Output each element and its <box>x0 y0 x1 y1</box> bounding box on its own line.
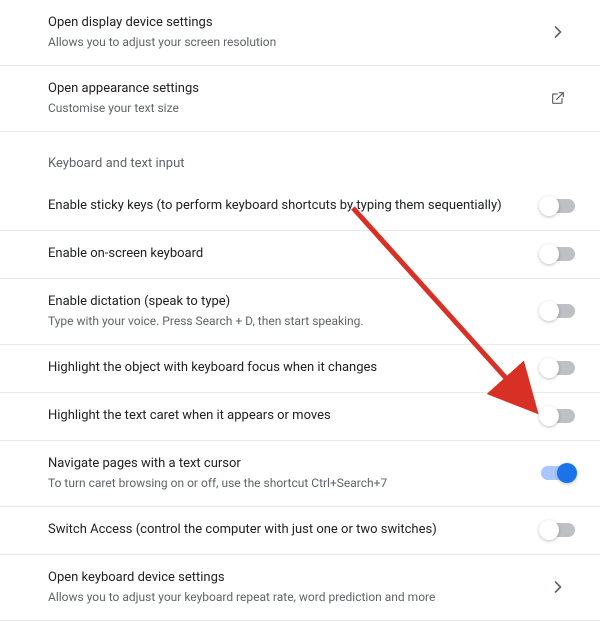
navigate-text-cursor-subtitle: To turn caret browsing on or off, use th… <box>48 475 528 492</box>
enable-onscreen-keyboard-toggle[interactable] <box>541 247 575 261</box>
highlight-keyboard-focus-text: Highlight the object with keyboard focus… <box>48 359 540 377</box>
enable-dictation-title: Enable dictation (speak to type) <box>48 293 528 311</box>
enable-sticky-keys-title: Enable sticky keys (to perform keyboard … <box>48 197 528 215</box>
open-appearance-settings-subtitle: Customise your text size <box>48 100 528 117</box>
enable-dictation-text: Enable dictation (speak to type) Type wit… <box>48 293 540 330</box>
toggle-knob <box>539 244 559 264</box>
navigate-text-cursor-title: Navigate pages with a text cursor <box>48 455 528 473</box>
toggle-knob <box>539 196 559 216</box>
toggle-knob <box>557 463 577 483</box>
highlight-text-caret-text: Highlight the text caret when it appears… <box>48 407 540 425</box>
highlight-keyboard-focus-toggle[interactable] <box>541 361 575 375</box>
navigate-text-cursor-toggle[interactable] <box>541 466 575 480</box>
enable-onscreen-keyboard-title: Enable on-screen keyboard <box>48 245 528 263</box>
enable-sticky-keys-row[interactable]: Enable sticky keys (to perform keyboard … <box>0 183 600 231</box>
chevron-right-icon <box>540 581 576 593</box>
open-display-settings-text: Open display device settings Allows you t… <box>48 14 540 51</box>
open-keyboard-settings-subtitle: Allows you to adjust your keyboard repea… <box>48 589 528 606</box>
chevron-right-icon <box>540 26 576 38</box>
highlight-keyboard-focus-trailing <box>540 361 576 375</box>
enable-sticky-keys-toggle[interactable] <box>541 199 575 213</box>
enable-onscreen-keyboard-text: Enable on-screen keyboard <box>48 245 540 263</box>
toggle-knob <box>539 406 559 426</box>
highlight-text-caret-title: Highlight the text caret when it appears… <box>48 407 528 425</box>
enable-onscreen-keyboard-trailing <box>540 247 576 261</box>
highlight-keyboard-focus-row[interactable]: Highlight the object with keyboard focus… <box>0 345 600 393</box>
open-keyboard-settings-text: Open keyboard device settings Allows you … <box>48 569 540 606</box>
enable-onscreen-keyboard-row[interactable]: Enable on-screen keyboard <box>0 231 600 279</box>
switch-access-text: Switch Access (control the computer with… <box>48 521 540 539</box>
open-appearance-settings-row[interactable]: Open appearance settings Customise your t… <box>0 66 600 132</box>
open-display-settings-subtitle: Allows you to adjust your screen resolut… <box>48 34 528 51</box>
highlight-text-caret-toggle[interactable] <box>541 409 575 423</box>
open-appearance-settings-title: Open appearance settings <box>48 80 528 98</box>
switch-access-toggle[interactable] <box>541 523 575 537</box>
navigate-text-cursor-trailing <box>540 466 576 480</box>
switch-access-trailing <box>540 523 576 537</box>
open-display-settings-title: Open display device settings <box>48 14 528 32</box>
highlight-keyboard-focus-title: Highlight the object with keyboard focus… <box>48 359 528 377</box>
enable-dictation-row[interactable]: Enable dictation (speak to type) Type wit… <box>0 279 600 345</box>
switch-access-row[interactable]: Switch Access (control the computer with… <box>0 507 600 555</box>
open-appearance-settings-text: Open appearance settings Customise your t… <box>48 80 540 117</box>
toggle-knob <box>539 358 559 378</box>
toggle-knob <box>539 301 559 321</box>
highlight-text-caret-row[interactable]: Highlight the text caret when it appears… <box>0 393 600 441</box>
enable-dictation-subtitle: Type with your voice. Press Search + D, … <box>48 313 528 330</box>
navigate-text-cursor-row[interactable]: Navigate pages with a text cursor To turn… <box>0 441 600 507</box>
open-keyboard-settings-title: Open keyboard device settings <box>48 569 528 587</box>
highlight-text-caret-trailing <box>540 409 576 423</box>
settings-list: Open display device settings Allows you t… <box>0 0 600 621</box>
open-keyboard-settings-row[interactable]: Open keyboard device settings Allows you … <box>0 555 600 621</box>
enable-dictation-trailing <box>540 304 576 318</box>
enable-dictation-toggle[interactable] <box>541 304 575 318</box>
enable-sticky-keys-trailing <box>540 199 576 213</box>
open-display-settings-row[interactable]: Open display device settings Allows you t… <box>0 0 600 66</box>
switch-access-title: Switch Access (control the computer with… <box>48 521 528 539</box>
enable-sticky-keys-text: Enable sticky keys (to perform keyboard … <box>48 197 540 215</box>
toggle-knob <box>539 520 559 540</box>
navigate-text-cursor-text: Navigate pages with a text cursor To turn… <box>48 455 540 492</box>
external-link-icon <box>540 90 576 106</box>
section-header-keyboard: Keyboard and text input <box>0 132 600 183</box>
